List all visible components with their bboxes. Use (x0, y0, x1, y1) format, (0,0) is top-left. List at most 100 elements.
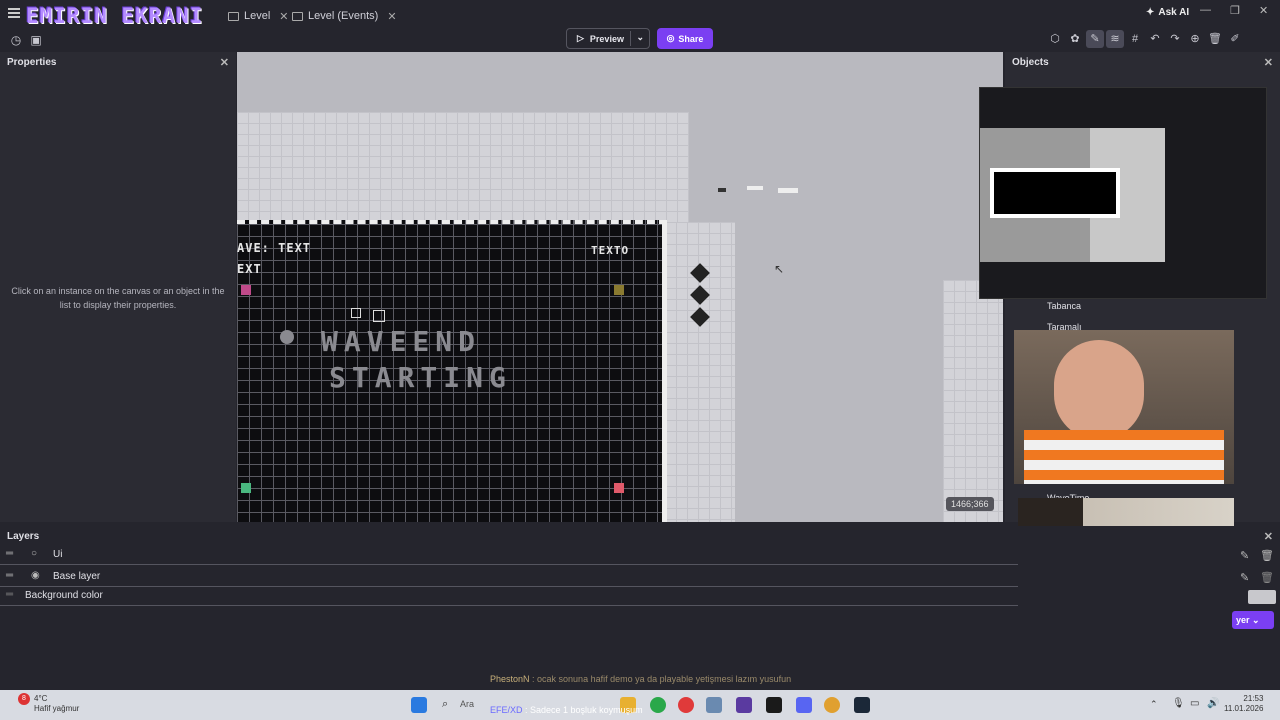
small-sprite[interactable] (373, 310, 385, 322)
menu-icon[interactable] (8, 8, 20, 18)
clock-time: 21:53 (1243, 694, 1264, 703)
stream-chat-line-2: EFE/XD : Sadece 1 boşluk koymuşum (490, 705, 643, 715)
sparkle-icon: ✦ (1146, 7, 1155, 18)
windows-start-icon[interactable] (411, 697, 427, 713)
globe-icon: ◎ (666, 33, 675, 43)
chevron-up-icon[interactable]: ⌃ (1150, 699, 1158, 710)
whatsapp-icon[interactable] (650, 697, 666, 713)
visibility-off-icon[interactable]: ○ (31, 548, 37, 559)
undo-icon[interactable]: ↶ (1146, 30, 1164, 48)
drag-handle-icon[interactable]: ═ (6, 570, 13, 581)
drag-handle-icon[interactable]: ═ (6, 548, 13, 559)
close-icon[interactable]: ✕ (1264, 56, 1273, 69)
terminal-icon[interactable] (766, 697, 782, 713)
wave-end-text[interactable]: WAVEEND (321, 324, 481, 360)
preview-button[interactable]: ▷ Preview ⌄ (566, 28, 650, 49)
volume-icon[interactable]: 🔊 (1207, 698, 1219, 709)
layer-row-base[interactable]: ═ ◉ Base layer (0, 567, 1018, 587)
close-icon[interactable]: ✕ (220, 56, 229, 69)
stream-overlay-title: EMIRIN EKRANI (26, 4, 204, 28)
ext-text-label[interactable]: EXT (237, 262, 262, 276)
gun-sprite-large (990, 168, 1120, 218)
history-icon[interactable]: ◷ (8, 32, 24, 48)
starting-text[interactable]: STARTING (329, 360, 512, 396)
settings-icon[interactable] (706, 697, 722, 713)
zoom-icon[interactable]: ⊕ (1186, 30, 1204, 48)
layers-title: Layers ✕ (0, 526, 1280, 545)
stream-chat-line: PhestonN : ocak sonuna hafif demo ya da … (490, 674, 791, 684)
circle-sprite[interactable] (280, 330, 294, 344)
gdevelop-icon[interactable] (736, 697, 752, 713)
ask-ai-label: Ask AI (1158, 7, 1190, 18)
minimize-icon[interactable]: — (1200, 4, 1211, 16)
scene-canvas[interactable]: AVE: TEXT EXT TEXTO WAVEEND STARTING ↖ (237, 52, 1003, 522)
webcam-face (1054, 340, 1144, 440)
chat-message: : Sadece 1 boşluk koymuşum (522, 705, 643, 715)
add-layer-button[interactable]: yer ⌄ (1232, 611, 1274, 629)
opera-icon[interactable] (678, 697, 694, 713)
trash-icon[interactable]: 🗑 (1206, 30, 1224, 48)
marker-green[interactable] (241, 483, 251, 493)
chrome-icon[interactable] (824, 697, 840, 713)
search-icon[interactable]: ⌕ (442, 698, 448, 711)
grid-icon[interactable]: # (1126, 30, 1144, 48)
grid-region (237, 112, 689, 222)
edit-icon[interactable]: ✎ (1240, 549, 1249, 562)
close-icon[interactable]: ✕ (387, 10, 396, 23)
trash-icon[interactable]: 🗑 (1260, 549, 1274, 562)
list-icon (292, 11, 303, 21)
bullet-sprite[interactable] (747, 186, 763, 190)
properties-title-text: Properties (7, 57, 57, 68)
properties-empty-message: Click on an instance on the canvas or an… (11, 286, 225, 310)
edit-note-icon[interactable]: ✐ (1226, 30, 1244, 48)
objects-title: Objects ✕ (1005, 52, 1280, 71)
tab-level[interactable]: Level ✕ (228, 6, 289, 26)
notification-badge: 8 (18, 693, 30, 705)
taskbar-search[interactable]: Ara (460, 699, 474, 709)
layer-row-ui[interactable]: ═ ○ Ui (0, 545, 1018, 565)
discord-icon[interactable] (796, 697, 812, 713)
restore-icon[interactable]: ❐ (1230, 4, 1240, 17)
steam-icon[interactable] (854, 697, 870, 713)
background-color-swatch[interactable] (1248, 590, 1276, 604)
layers-icon[interactable]: ≋ (1106, 30, 1124, 48)
wave-text-label[interactable]: AVE: TEXT (237, 241, 311, 255)
cube-icon[interactable]: ⬡ (1046, 30, 1064, 48)
texto-label[interactable]: TEXTO (591, 244, 629, 257)
marker-pink[interactable] (241, 285, 251, 295)
drag-handle-icon: ═ (6, 589, 14, 600)
mic-icon[interactable]: 🎙 (1172, 698, 1185, 709)
small-sprite[interactable] (351, 308, 361, 318)
close-icon[interactable]: ✕ (279, 10, 288, 23)
edit-icon[interactable]: ✎ (1240, 571, 1249, 584)
gun-sprite[interactable] (718, 188, 726, 192)
chevron-down-icon[interactable]: ⌄ (636, 32, 644, 43)
play-icon: ▷ (577, 33, 584, 43)
share-button[interactable]: ◎ Share (657, 28, 713, 49)
system-clock[interactable]: 21:53 11.01.2026 (1224, 694, 1263, 714)
object-item-tabanca[interactable]: Tabanca (1047, 301, 1081, 311)
ask-ai-button[interactable]: ✦ Ask AI (1146, 7, 1189, 18)
marker-olive[interactable] (614, 285, 624, 295)
cursor-icon: ↖ (774, 262, 785, 276)
tab-level-label: Level (244, 10, 271, 22)
window-close-icon[interactable]: ✕ (1259, 4, 1268, 17)
clock-date: 11.01.2026 (1224, 704, 1264, 713)
layer-label: Base layer (53, 571, 101, 582)
network-icon[interactable]: ▭ (1190, 698, 1199, 709)
layer-row-background[interactable]: ═ Background color (0, 586, 1018, 606)
visibility-on-icon[interactable]: ◉ (31, 570, 40, 581)
add-layer-label: yer (1236, 615, 1250, 625)
weather-widget[interactable]: 4°C Hafif yağmur (34, 694, 79, 714)
tab-level-events[interactable]: Level (Events) ✕ (292, 6, 397, 26)
image-icon[interactable]: ▣ (28, 32, 44, 48)
objects-groups-icon[interactable]: ✿ (1066, 30, 1084, 48)
edit-icon[interactable]: ✎ (1086, 30, 1104, 48)
cursor-coordinates: 1466;366 (946, 497, 994, 511)
objects-title-text: Objects (1012, 57, 1049, 68)
redo-icon[interactable]: ↷ (1166, 30, 1184, 48)
close-icon[interactable]: ✕ (1264, 530, 1273, 543)
trash-icon[interactable]: 🗑 (1260, 571, 1274, 584)
bullet-sprite[interactable] (778, 188, 798, 193)
marker-red[interactable] (614, 483, 624, 493)
